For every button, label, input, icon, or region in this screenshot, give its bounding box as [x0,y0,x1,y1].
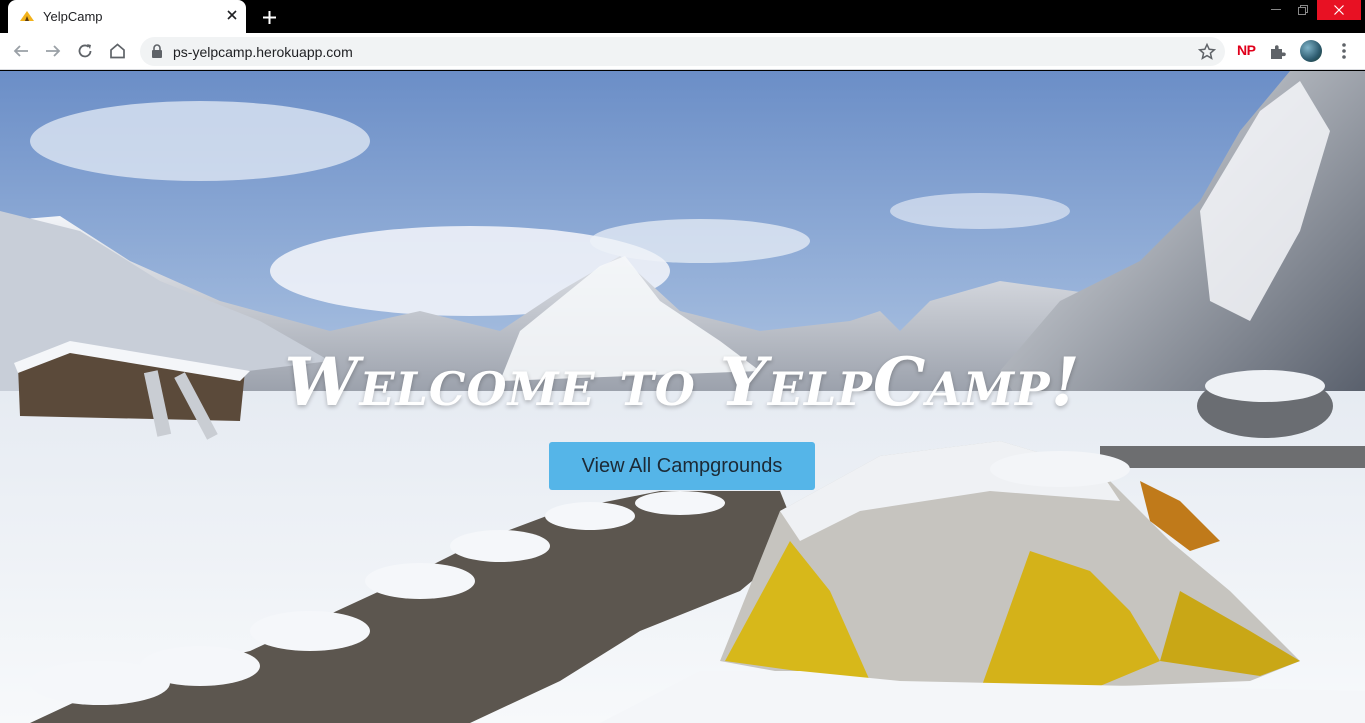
extensions-puzzle-icon[interactable] [1268,42,1288,62]
url-text[interactable]: ps-yelpcamp.herokuapp.com [173,44,353,60]
address-bar[interactable]: ps-yelpcamp.herokuapp.com [140,37,1225,66]
reload-icon[interactable] [72,38,98,64]
tab-title: YelpCamp [43,9,103,24]
minimize-icon[interactable] [1263,0,1289,20]
np-extension-icon[interactable]: NP [1237,42,1256,58]
window-close-icon[interactable] [1317,0,1361,20]
browser-tab-strip: YelpCamp [0,0,1365,33]
restore-icon[interactable] [1290,0,1316,20]
browser-toolbar: ps-yelpcamp.herokuapp.com NP [0,33,1365,70]
view-all-campgrounds-button[interactable]: View All Campgrounds [549,442,815,490]
back-icon[interactable] [8,38,34,64]
home-icon[interactable] [104,38,130,64]
browser-tab[interactable]: YelpCamp [8,0,246,33]
new-tab-icon[interactable] [257,5,281,29]
lock-icon [152,44,162,58]
more-menu-icon[interactable] [1334,41,1354,61]
tab-close-icon[interactable] [222,5,242,25]
page-content: Welcome to YelpCamp! View All Campground… [0,71,1365,723]
forward-icon[interactable] [40,38,66,64]
profile-avatar[interactable] [1300,40,1322,62]
tent-icon [20,11,34,21]
bookmark-star-icon[interactable] [1197,42,1217,62]
hero-title: Welcome to YelpCamp! [284,343,1081,421]
